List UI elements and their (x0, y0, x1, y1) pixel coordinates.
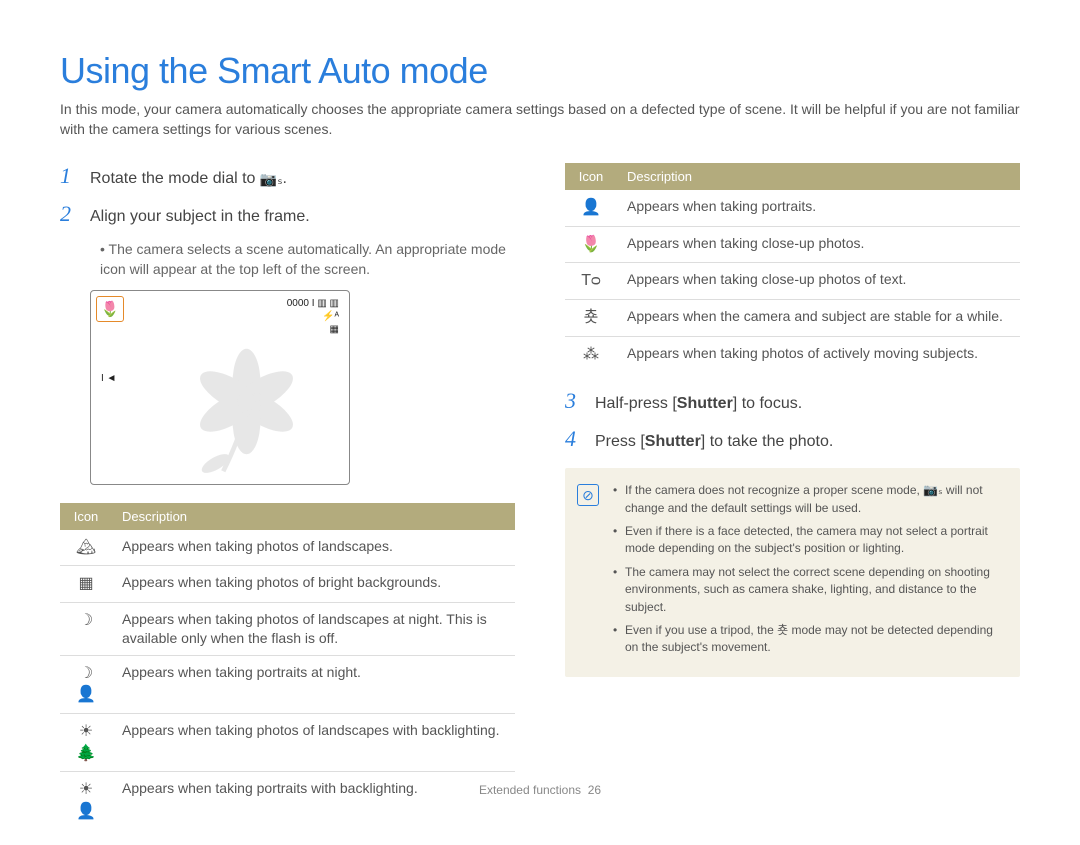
note-item: Even if there is a face detected, the ca… (613, 523, 1004, 558)
intro-text: In this mode, your camera automatically … (60, 100, 1020, 139)
note-item: The camera may not select the correct sc… (613, 564, 1004, 616)
shutter-keyword: Shutter (645, 433, 701, 450)
row-icon: ☀👤 (60, 772, 112, 830)
row-icon: ▦ (60, 566, 112, 603)
screen-side-marker: I ◄ (101, 371, 116, 387)
row-description: Appears when taking photos of landscapes… (112, 602, 515, 655)
table-row: ☽👤Appears when taking portraits at night… (60, 655, 515, 713)
table-row: ☀🌲Appears when taking photos of landscap… (60, 713, 515, 771)
row-icon: 👤 (565, 190, 617, 226)
step3-post: ] to focus. (733, 395, 802, 412)
step4-pre: Press [ (595, 433, 645, 450)
step2-bullet: The camera selects a scene automatically… (100, 239, 515, 280)
row-icon: 🌷 (565, 226, 617, 263)
page-footer: Extended functions 26 (0, 783, 1080, 797)
step-number: 2 (60, 201, 78, 227)
step-number: 1 (60, 163, 78, 189)
table-row: ☽Appears when taking photos of landscape… (60, 602, 515, 655)
row-icon: ☽ (60, 602, 112, 655)
row-icon: 춋 (565, 299, 617, 336)
th-icon: Icon (60, 503, 112, 530)
step-number: 3 (565, 388, 583, 414)
step-3: 3 Half-press [Shutter] to focus. (565, 388, 1020, 414)
shutter-keyword: Shutter (677, 395, 733, 412)
icon-table-left: Icon Description 🏔Appears when taking ph… (60, 503, 515, 830)
step-1: 1 Rotate the mode dial to 📷ₛ. (60, 163, 515, 189)
row-description: Appears when taking portraits. (617, 190, 1020, 226)
step-4: 4 Press [Shutter] to take the photo. (565, 426, 1020, 452)
row-description: Appears when taking photos of landscapes… (112, 530, 515, 566)
footer-page: 26 (588, 783, 601, 797)
th-description: Description (617, 163, 1020, 190)
scene-mode-icon: 🌷 (96, 296, 124, 322)
row-icon: ☀🌲 (60, 713, 112, 771)
camera-screen-illustration: 🌷 0000 I ▥ ▥ ⚡ᴬ ▦ I ◄ (90, 290, 350, 485)
row-description: Appears when taking photos of landscapes… (112, 713, 515, 771)
notes-list: If the camera does not recognize a prope… (613, 482, 1004, 663)
row-description: Appears when taking close-up photos of t… (617, 263, 1020, 300)
row-description: Appears when taking close-up photos. (617, 226, 1020, 263)
flower-graphic (169, 324, 324, 479)
row-icon: ☽👤 (60, 655, 112, 713)
row-description: Appears when taking portraits at night. (112, 655, 515, 713)
table-row: ⁂Appears when taking photos of actively … (565, 336, 1020, 372)
step1-pre: Rotate the mode dial to (90, 170, 260, 187)
table-row: 춋Appears when the camera and subject are… (565, 299, 1020, 336)
th-description: Description (112, 503, 515, 530)
row-description: Appears when taking portraits with backl… (112, 772, 515, 830)
row-icon: ⁂ (565, 336, 617, 372)
table-row: 🌷Appears when taking close-up photos. (565, 226, 1020, 263)
step4-post: ] to take the photo. (701, 433, 834, 450)
note-item: Even if you use a tripod, the 춋 mode may… (613, 622, 1004, 657)
row-description: Appears when taking photos of bright bac… (112, 566, 515, 603)
row-icon: Tᴑ (565, 263, 617, 300)
table-row: TᴑAppears when taking close-up photos of… (565, 263, 1020, 300)
footer-section: Extended functions (479, 783, 581, 797)
icon-table-right: Icon Description 👤Appears when taking po… (565, 163, 1020, 372)
step-number: 4 (565, 426, 583, 452)
notes-box: ⊘ If the camera does not recognize a pro… (565, 468, 1020, 677)
note-icon: ⊘ (577, 484, 599, 506)
step1-post: . (283, 170, 287, 187)
table-row: 👤Appears when taking portraits. (565, 190, 1020, 226)
step3-pre: Half-press [ (595, 395, 677, 412)
table-row: ☀👤Appears when taking portraits with bac… (60, 772, 515, 830)
row-description: Appears when taking photos of actively m… (617, 336, 1020, 372)
th-icon: Icon (565, 163, 617, 190)
mode-dial-icon: 📷ₛ (260, 171, 283, 188)
page-title: Using the Smart Auto mode (60, 50, 1020, 92)
row-description: Appears when the camera and subject are … (617, 299, 1020, 336)
note-item: If the camera does not recognize a prope… (613, 482, 1004, 517)
step2-text: Align your subject in the frame. (90, 208, 310, 226)
table-row: 🏔Appears when taking photos of landscape… (60, 530, 515, 566)
row-icon: 🏔 (60, 530, 112, 566)
step-2: 2 Align your subject in the frame. (60, 201, 515, 227)
table-row: ▦Appears when taking photos of bright ba… (60, 566, 515, 603)
